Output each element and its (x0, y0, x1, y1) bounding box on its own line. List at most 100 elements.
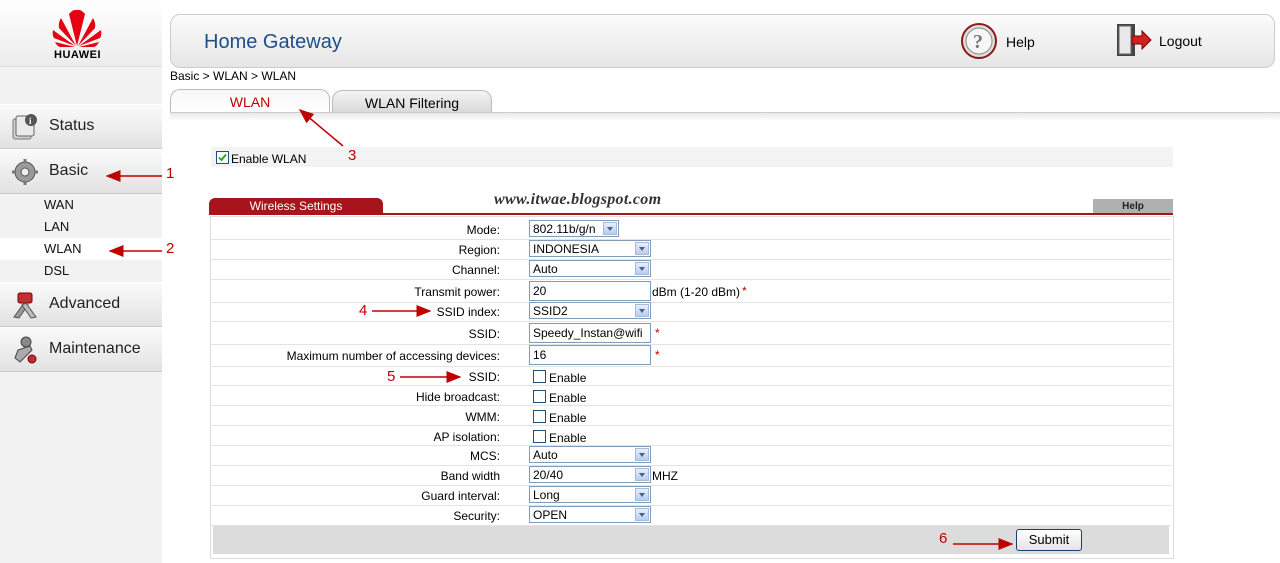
form-row-ssid-index: SSID index: SSID2 (211, 302, 1171, 322)
logo-area: HUAWEI (0, 0, 162, 67)
security-select[interactable]: OPEN (529, 506, 651, 523)
sidebar-item-status[interactable]: i Status (0, 104, 162, 149)
tab-underline (170, 112, 1280, 121)
sidebar-subitem-wan[interactable]: WAN (0, 194, 162, 216)
region-label: Region: (458, 243, 500, 257)
chevron-down-icon (635, 448, 649, 461)
logout-label: Logout (1159, 33, 1202, 49)
sidebar-subitem-dsl[interactable]: DSL (0, 260, 162, 282)
security-label: Security: (453, 509, 500, 523)
form-row-mcs: MCS: Auto (211, 446, 1171, 466)
submit-button[interactable]: Submit (1016, 529, 1082, 551)
ssid-index-value: SSID2 (533, 304, 568, 318)
channel-select[interactable]: Auto (529, 260, 651, 277)
ssid-input[interactable]: Speedy_Instan@wifi (529, 323, 651, 343)
max-devices-label: Maximum number of accessing devices: (286, 349, 500, 363)
hide-broadcast-label: Hide broadcast: (415, 390, 500, 404)
status-info-icon: i (12, 114, 37, 140)
chevron-down-icon (635, 468, 649, 481)
hide-broadcast-option: Enable (549, 391, 587, 405)
chevron-down-icon (635, 508, 649, 521)
app-title: Home Gateway (204, 31, 342, 53)
gear-icon (12, 159, 38, 185)
tab-wlan-filtering[interactable]: WLAN Filtering (332, 90, 492, 113)
security-value: OPEN (533, 508, 568, 522)
annotation-label-6: 6 (939, 530, 948, 547)
enable-wlan-checkbox[interactable] (216, 151, 229, 164)
sidebar-subitem-label: DSL (44, 263, 70, 278)
ap-isolation-option: Enable (549, 431, 587, 445)
transmit-power-unit: dBm (1-20 dBm) (652, 285, 741, 299)
help-link[interactable]: ? Help (960, 22, 1040, 60)
wmm-checkbox[interactable] (533, 410, 546, 423)
mode-label: Mode: (466, 223, 500, 237)
wrench-icon (14, 336, 37, 364)
sidebar-subitem-label: WLAN (44, 241, 82, 256)
ssid-index-label: SSID index: (436, 305, 500, 319)
guard-interval-value: Long (533, 488, 560, 502)
mcs-select[interactable]: Auto (529, 446, 651, 463)
form-row-channel: Channel: Auto (211, 260, 1171, 280)
logout-link[interactable]: Logout (1114, 22, 1214, 60)
help-icon: ? (961, 23, 997, 59)
form-row-security: Security: OPEN (211, 506, 1171, 526)
band-width-unit: MHZ (652, 469, 678, 483)
annotation-label-5: 5 (387, 368, 396, 385)
ap-isolation-label: AP isolation: (433, 430, 501, 444)
channel-value: Auto (533, 262, 558, 276)
sidebar-item-advanced[interactable]: Advanced (0, 282, 162, 327)
wmm-option: Enable (549, 411, 587, 425)
region-select[interactable]: INDONESIA (529, 240, 651, 257)
svg-text:?: ? (973, 31, 983, 53)
sidebar-subitem-lan[interactable]: LAN (0, 216, 162, 238)
ssid-enable-checkbox[interactable] (533, 370, 546, 383)
form-row-transmit-power: Transmit power: 20 dBm (1-20 dBm) * (211, 280, 1171, 303)
sidebar-item-label: Status (49, 117, 95, 134)
annotation-label-4: 4 (359, 302, 368, 319)
sidebar-item-maintenance[interactable]: Maintenance (0, 327, 162, 372)
band-width-value: 20/40 (533, 468, 564, 482)
tab-wlan[interactable]: WLAN (170, 89, 330, 112)
sidebar-subitem-label: LAN (44, 219, 70, 234)
sidebar-item-basic[interactable]: Basic (0, 149, 162, 194)
form-row-ssid: SSID: Speedy_Instan@wifi * (211, 322, 1171, 345)
chevron-down-icon (635, 304, 649, 317)
form-row-ap-isolation: AP isolation: Enable (211, 426, 1171, 446)
guard-interval-select[interactable]: Long (529, 486, 651, 503)
sidebar-item-label: Basic (49, 162, 89, 179)
band-width-select[interactable]: 20/40 (529, 466, 651, 483)
sidebar-subitem-wlan[interactable]: WLAN (0, 238, 162, 260)
mode-select[interactable]: 802.11b/g/n (529, 220, 619, 237)
band-width-label: Band width (440, 469, 500, 483)
help-label: Help (1006, 34, 1035, 50)
tab-label: WLAN Filtering (364, 95, 460, 111)
enable-wlan-label: Enable WLAN (231, 152, 307, 166)
wmm-label: WMM: (465, 410, 500, 424)
annotation-label-1: 1 (166, 165, 175, 182)
form-row-mode: Mode: 802.11b/g/n (211, 220, 1171, 240)
guard-interval-label: Guard interval: (421, 489, 500, 503)
ap-isolation-checkbox[interactable] (533, 430, 546, 443)
checkmark-icon (218, 153, 227, 162)
section-title: Wireless Settings (209, 198, 383, 214)
annotation-label-3: 3 (348, 147, 357, 164)
form-row-region: Region: INDONESIA (211, 240, 1171, 260)
channel-label: Channel: (451, 263, 500, 277)
huawei-logo-icon (52, 9, 102, 47)
advanced-tools-icon (13, 292, 37, 319)
chevron-down-icon (635, 262, 649, 275)
form-row-guard-interval: Guard interval: Long (211, 486, 1171, 506)
form-row-max-devices: Maximum number of accessing devices: 16 … (211, 344, 1171, 367)
mode-value: 802.11b/g/n (533, 222, 596, 236)
brand-name: HUAWEI (54, 49, 101, 61)
transmit-power-input[interactable]: 20 (529, 281, 651, 301)
hide-broadcast-checkbox[interactable] (533, 390, 546, 403)
ssid-index-select[interactable]: SSID2 (529, 302, 651, 319)
region-value: INDONESIA (533, 242, 600, 256)
sidebar-item-label: Maintenance (49, 340, 141, 357)
ssid-label: SSID: (468, 327, 500, 341)
section-help-button[interactable]: Help (1093, 199, 1173, 213)
ssid-enable-label: SSID: (468, 370, 500, 384)
max-devices-input[interactable]: 16 (529, 345, 651, 365)
form-row-band-width: Band width 20/40 MHZ (211, 466, 1171, 486)
